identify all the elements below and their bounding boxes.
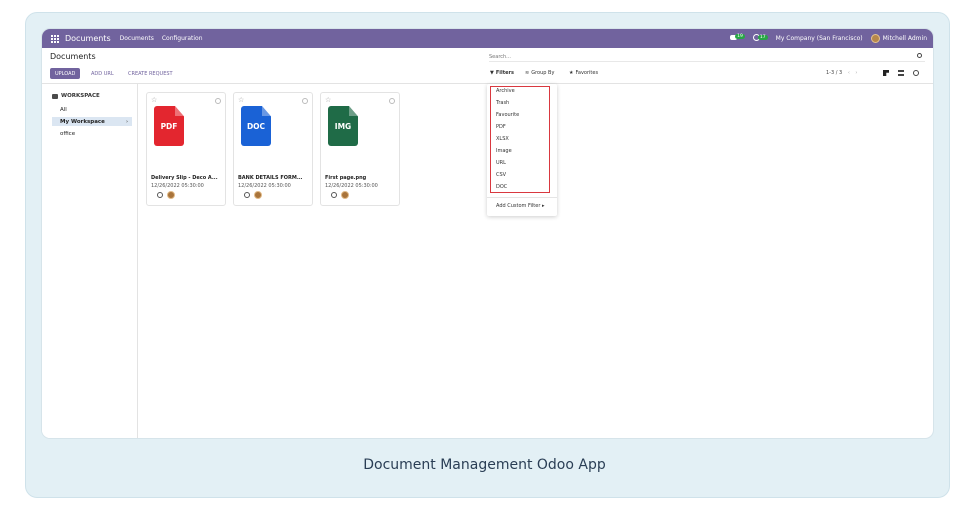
caret-right-icon: ▸ <box>542 203 545 209</box>
chevron-right-icon: › <box>125 118 128 125</box>
pager-next-icon[interactable]: › <box>855 70 857 76</box>
activity-view-icon[interactable] <box>913 70 919 76</box>
layers-icon: ≋ <box>525 70 530 76</box>
activity-clock-icon[interactable] <box>244 192 250 198</box>
favorite-star-icon[interactable]: ☆ <box>325 96 331 104</box>
document-date: 12/26/2022 05:30:00 <box>151 183 204 189</box>
owner-avatar <box>167 191 175 199</box>
sidebar-item-office[interactable]: office <box>52 129 132 138</box>
list-view-icon[interactable] <box>898 70 904 76</box>
filters-dropdown: Archive Trash Favourite PDF XLSX Image U… <box>487 84 557 216</box>
document-card[interactable]: ☆ PDF Delivery Slip - Deco A... 12/26/20… <box>146 92 226 206</box>
user-menu[interactable]: Mitchell Admin <box>870 34 927 43</box>
dropdown-divider <box>487 197 557 198</box>
chat-button[interactable]: 19 <box>730 34 745 42</box>
sidebar-item-my-workspace[interactable]: My Workspace › <box>52 117 132 126</box>
owner-avatar <box>254 191 262 199</box>
pager-value[interactable]: 1-3 / 3 <box>826 70 842 76</box>
filter-icon: ▼ <box>490 70 494 76</box>
apps-grid-icon[interactable] <box>51 34 59 43</box>
sidebar-item-all[interactable]: All <box>52 105 132 114</box>
search-icon[interactable] <box>917 53 922 58</box>
filter-url[interactable]: URL <box>496 160 506 166</box>
add-custom-filter[interactable]: Add Custom Filter ▸ <box>496 203 545 209</box>
activity-badge: 17 <box>757 35 768 40</box>
filter-xlsx[interactable]: XLSX <box>496 136 509 142</box>
filter-image[interactable]: Image <box>496 148 512 154</box>
workspace-sidebar: WORKSPACE All My Workspace › office <box>42 84 138 438</box>
document-card[interactable]: ☆ IMG First page.png 12/26/2022 05:30:00 <box>320 92 400 206</box>
owner-avatar <box>341 191 349 199</box>
kanban-view-icon[interactable] <box>883 70 889 76</box>
activity-clock-icon[interactable] <box>331 192 337 198</box>
filter-doc[interactable]: DOC <box>496 184 507 190</box>
create-request-button[interactable]: CREATE REQUEST <box>128 68 173 79</box>
add-url-button[interactable]: ADD URL <box>91 68 114 79</box>
menu-documents[interactable]: Documents <box>120 35 154 42</box>
pager: 1-3 / 3 ‹ › <box>826 70 857 76</box>
favorite-star-icon[interactable]: ☆ <box>238 96 244 104</box>
folder-icon <box>52 93 58 99</box>
chat-badge: 19 <box>735 34 745 39</box>
user-avatar <box>870 34 880 43</box>
star-icon: ★ <box>569 70 574 76</box>
select-radio-icon[interactable] <box>302 98 308 104</box>
favorites-label: Favorites <box>575 70 599 76</box>
activity-button[interactable]: 17 <box>752 34 768 43</box>
pdf-file-icon: PDF <box>154 106 184 146</box>
pager-prev-icon[interactable]: ‹ <box>848 70 850 76</box>
navbar-systray: 19 17 My Company (San Francisco) Mitchel… <box>730 34 927 43</box>
filter-favourite[interactable]: Favourite <box>496 112 519 118</box>
activity-clock-icon[interactable] <box>157 192 163 198</box>
document-date: 12/26/2022 05:30:00 <box>325 183 378 189</box>
caption: Document Management Odoo App <box>363 457 606 473</box>
document-date: 12/26/2022 05:30:00 <box>238 183 291 189</box>
filter-pdf[interactable]: PDF <box>496 124 506 130</box>
filter-archive[interactable]: Archive <box>496 88 515 94</box>
filter-trash[interactable]: Trash <box>496 100 509 106</box>
user-name: Mitchell Admin <box>882 35 927 42</box>
sidebar-title: WORKSPACE <box>52 93 100 99</box>
select-radio-icon[interactable] <box>215 98 221 104</box>
filters-label: Filters <box>495 70 514 76</box>
favorites-toggle[interactable]: ★ Favorites <box>569 70 598 76</box>
sidebar-item-label: office <box>60 130 76 137</box>
filter-csv[interactable]: CSV <box>496 172 506 178</box>
doc-file-icon: DOC <box>241 106 271 146</box>
document-name: Delivery Slip - Deco A... <box>151 175 218 181</box>
breadcrumb: Documents <box>50 52 96 61</box>
sidebar-item-label: All <box>60 106 67 113</box>
sidebar-title-label: WORKSPACE <box>61 93 100 99</box>
favorite-star-icon[interactable]: ☆ <box>151 96 157 104</box>
upload-button[interactable]: UPLOAD <box>50 68 81 79</box>
control-panel: Documents UPLOAD ADD URL CREATE REQUEST … <box>42 48 933 84</box>
company-switcher[interactable]: My Company (San Francisco) <box>776 35 863 42</box>
document-card[interactable]: ☆ DOC BANK DETAILS FORM... 12/26/2022 05… <box>233 92 313 206</box>
filters-toggle[interactable]: ▼ Filters <box>490 70 514 76</box>
top-navbar: Documents Documents Configuration 19 17 … <box>42 29 933 48</box>
document-name: BANK DETAILS FORM... <box>238 175 303 181</box>
select-radio-icon[interactable] <box>389 98 395 104</box>
app-window: Documents Documents Configuration 19 17 … <box>42 29 933 438</box>
search-input[interactable] <box>489 52 925 62</box>
app-name[interactable]: Documents <box>65 34 111 43</box>
sidebar-item-label: My Workspace <box>60 118 105 125</box>
document-name: First page.png <box>325 175 367 181</box>
group-by-toggle[interactable]: ≋ Group By <box>525 70 554 76</box>
img-file-icon: IMG <box>328 106 358 146</box>
menu-configuration[interactable]: Configuration <box>162 35 203 42</box>
group-by-label: Group By <box>531 70 555 76</box>
add-custom-filter-label: Add Custom Filter <box>496 203 541 209</box>
